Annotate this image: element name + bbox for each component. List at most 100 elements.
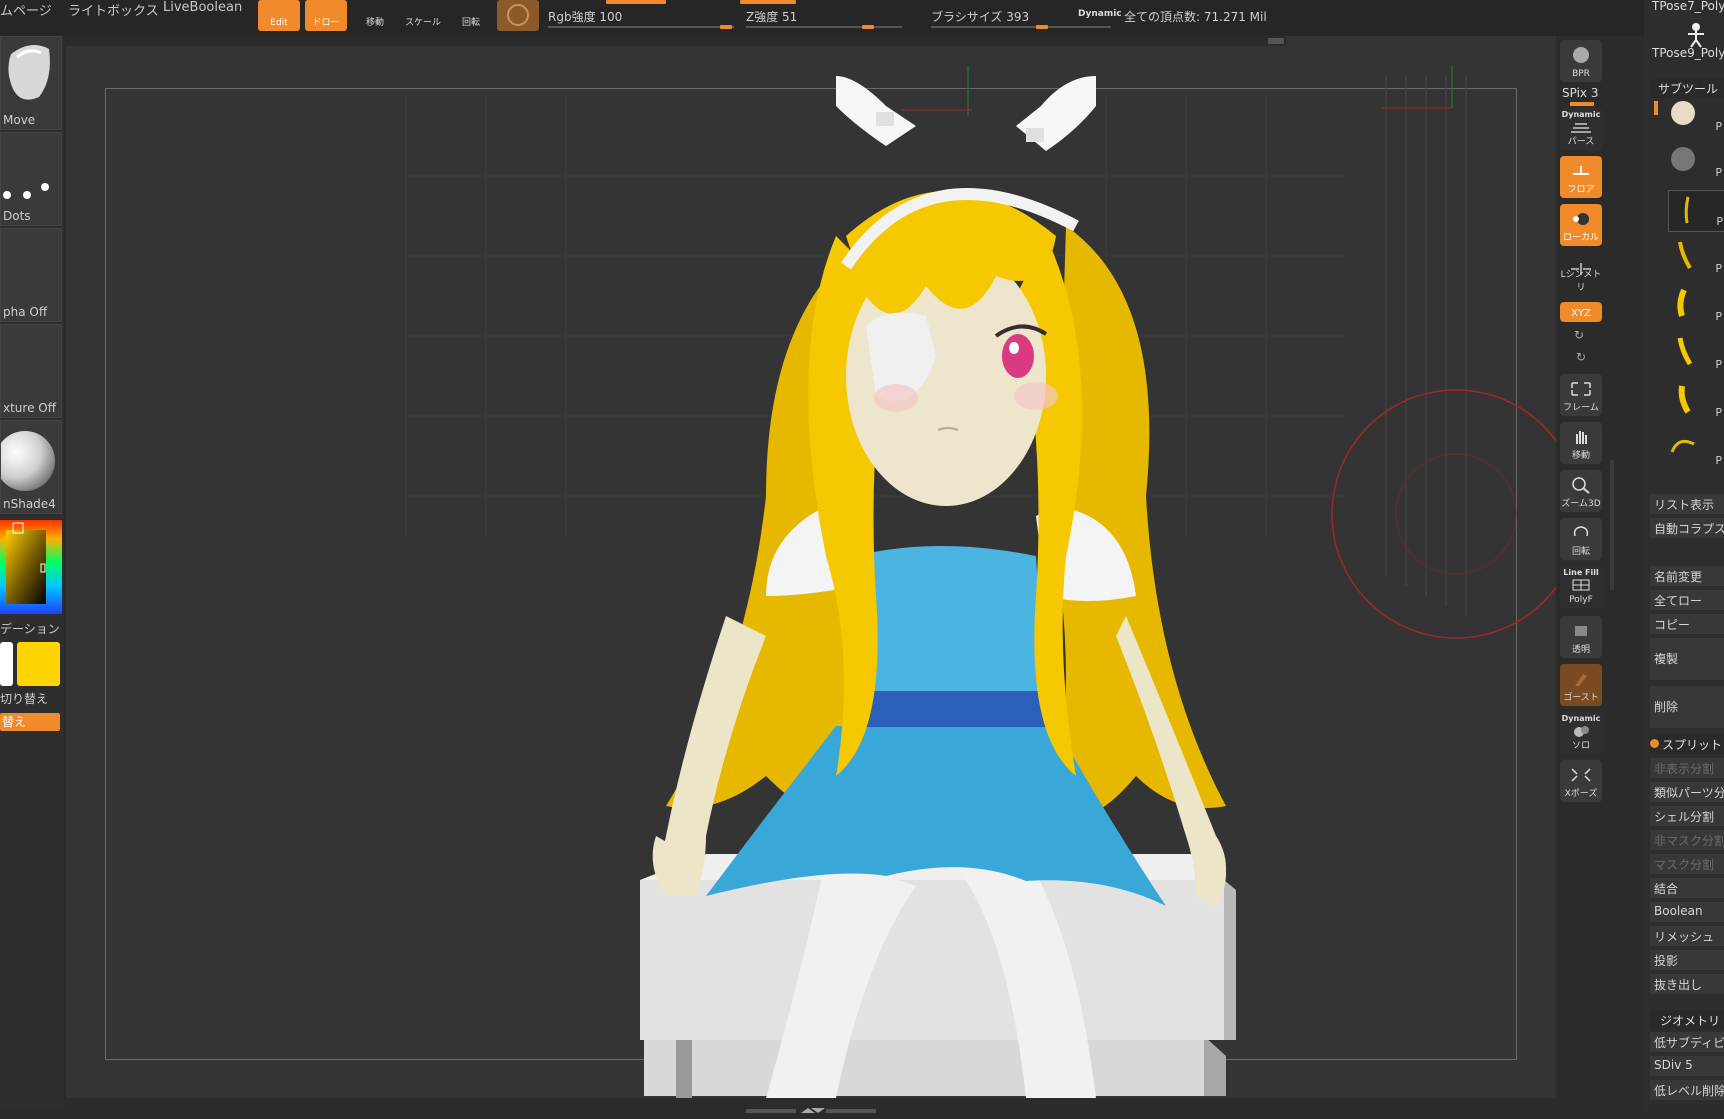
subtool-slot-5[interactable]: P: [1668, 286, 1724, 326]
tool-item-1[interactable]: TPose7_Poly: [1652, 0, 1724, 13]
symmetry-button[interactable]: Lシンメトリ: [1560, 254, 1602, 296]
rotate-mode-button[interactable]: 回転: [450, 0, 492, 31]
material-sphere-icon[interactable]: [497, 0, 539, 31]
split-similar-button[interactable]: 類似パーツ分: [1650, 782, 1724, 802]
xyz-toggle[interactable]: XYZ: [1560, 302, 1602, 322]
material-selector[interactable]: nShade4: [0, 420, 62, 514]
frame-button[interactable]: フレーム: [1560, 374, 1602, 416]
hair-strand-thumbnail-icon: [1678, 385, 1691, 414]
bow-left: [836, 76, 916, 146]
split-header[interactable]: スプリット: [1650, 734, 1724, 754]
spix-label: SPix 3: [1562, 86, 1599, 100]
ghost-button[interactable]: ゴースト: [1560, 664, 1602, 706]
ghost-icon: [1575, 674, 1587, 686]
spix-slider[interactable]: [1570, 102, 1594, 106]
canvas-bottom-handle[interactable]: [746, 1100, 876, 1113]
liveboolean-button[interactable]: LiveBoolean: [163, 0, 242, 20]
perspective-button[interactable]: Dynamic パース: [1560, 108, 1602, 150]
split-unmasked-button[interactable]: 非マスク分割: [1650, 830, 1724, 850]
right-blush: [1014, 382, 1058, 410]
secondary-color-swatch[interactable]: [0, 642, 13, 686]
switch-color-button[interactable]: 替え: [0, 713, 60, 731]
subtool-slot-7[interactable]: P: [1668, 382, 1724, 422]
move-view-button[interactable]: 移動: [1560, 422, 1602, 464]
local-icon: [1573, 213, 1589, 225]
left-blush: [874, 384, 918, 412]
zoom3d-button[interactable]: ズーム3D: [1560, 470, 1602, 512]
zadd-toggle[interactable]: [740, 0, 796, 4]
move-mode-button[interactable]: 移動: [354, 0, 396, 31]
bpr-button[interactable]: BPR: [1560, 40, 1602, 82]
delete-lower-button[interactable]: 低レベル削除: [1650, 1080, 1724, 1100]
z-intensity-slider[interactable]: [746, 26, 902, 28]
subtool-slot-6[interactable]: P: [1668, 334, 1724, 374]
brush-size-knob[interactable]: [1036, 25, 1048, 29]
lightbox-button[interactable]: ライトボックス: [68, 0, 159, 20]
copy-button[interactable]: コピー: [1650, 614, 1724, 634]
subtool-header[interactable]: サブツール: [1650, 78, 1724, 98]
lower-subdiv-button[interactable]: 低サブディビ: [1650, 1032, 1724, 1052]
duplicate-button[interactable]: 複製: [1650, 638, 1724, 680]
subtool-slot-1[interactable]: P: [1668, 96, 1724, 136]
hair-strand-thumbnail-icon: [1677, 288, 1687, 317]
texture-selector[interactable]: xture Off: [0, 324, 62, 418]
project-button[interactable]: 投影: [1650, 950, 1724, 970]
brush-selector[interactable]: Move: [0, 36, 62, 130]
xpose-button[interactable]: Xポーズ: [1560, 760, 1602, 802]
hair-curl-thumbnail-icon: [1670, 439, 1695, 453]
remesh-button[interactable]: リメッシュ: [1650, 926, 1724, 946]
sdiv-slider[interactable]: SDiv 5: [1650, 1056, 1724, 1076]
list-view-button[interactable]: リスト表示: [1650, 494, 1724, 514]
dynamic-brush-size-toggle[interactable]: Dynamic: [1078, 9, 1122, 19]
local-button[interactable]: ローカル: [1560, 204, 1602, 246]
subtool-slot-3-selected[interactable]: P: [1668, 190, 1724, 232]
subtool-scroll-indicator[interactable]: [1654, 101, 1658, 115]
polyframe-button[interactable]: Line Fill PolyF: [1560, 566, 1602, 608]
alpha-selector[interactable]: pha Off: [0, 228, 62, 322]
scale-mode-button[interactable]: スケール: [402, 0, 444, 31]
zoom-icon: [1572, 477, 1590, 494]
brush-size-slider[interactable]: [931, 26, 1111, 28]
rename-button[interactable]: 名前変更: [1650, 566, 1724, 586]
tool-item-2[interactable]: TPose9_Poly: [1652, 46, 1724, 60]
draw-button[interactable]: ドロー: [305, 0, 347, 31]
boolean-button[interactable]: Boolean: [1650, 902, 1724, 922]
split-hidden-button[interactable]: 非表示分割: [1650, 758, 1724, 778]
merge-button[interactable]: 結合: [1650, 878, 1724, 898]
subtool-slot-8[interactable]: P: [1668, 430, 1724, 470]
rotate-z-icon[interactable]: ↻: [1576, 350, 1586, 364]
auto-collapse-button[interactable]: 自動コラプス: [1650, 518, 1724, 538]
stroke-label: Dots: [3, 209, 31, 223]
rotate-y-icon[interactable]: ↻: [1574, 328, 1584, 342]
rgb-intensity-knob[interactable]: [720, 25, 732, 29]
tpose-thumbnail[interactable]: [1686, 22, 1706, 48]
subtool-slot-2[interactable]: P: [1668, 142, 1724, 182]
extract-button[interactable]: 抜き出し: [1650, 974, 1724, 994]
gradient-label: デーション: [0, 622, 60, 636]
color-picker[interactable]: [0, 520, 62, 614]
stroke-selector[interactable]: Dots: [0, 132, 62, 226]
solo-button[interactable]: Dynamic ソロ: [1560, 712, 1602, 754]
split-mask-button[interactable]: マスク分割: [1650, 854, 1724, 874]
bow-left-knot: [876, 112, 894, 126]
home-page-button[interactable]: ムページ: [0, 0, 52, 20]
right-eye: [1002, 334, 1034, 378]
transparency-button[interactable]: 透明: [1560, 616, 1602, 658]
all-low-button[interactable]: 全てロー: [1650, 590, 1724, 610]
rgb-toggle[interactable]: [606, 0, 666, 4]
edit-button[interactable]: Edit: [258, 0, 300, 31]
rgb-intensity-slider-label: Rgb強度 100: [548, 10, 623, 24]
head-gray-thumbnail-icon: [1671, 147, 1695, 171]
rotate-view-button[interactable]: 回転: [1560, 518, 1602, 560]
delete-button[interactable]: 削除: [1650, 686, 1724, 728]
split-shell-button[interactable]: シェル分割: [1650, 806, 1724, 826]
hand-icon: [1576, 431, 1587, 444]
transparency-icon: [1575, 626, 1587, 636]
geometry-header[interactable]: ジオメトリ: [1650, 1010, 1724, 1030]
z-intensity-knob[interactable]: [862, 25, 874, 29]
right-strip-scrollbar[interactable]: [1610, 460, 1614, 590]
main-color-swatch[interactable]: [17, 642, 60, 686]
floor-button[interactable]: フロア: [1560, 156, 1602, 198]
rgb-intensity-slider[interactable]: [548, 26, 734, 28]
subtool-slot-4[interactable]: P: [1668, 238, 1724, 278]
